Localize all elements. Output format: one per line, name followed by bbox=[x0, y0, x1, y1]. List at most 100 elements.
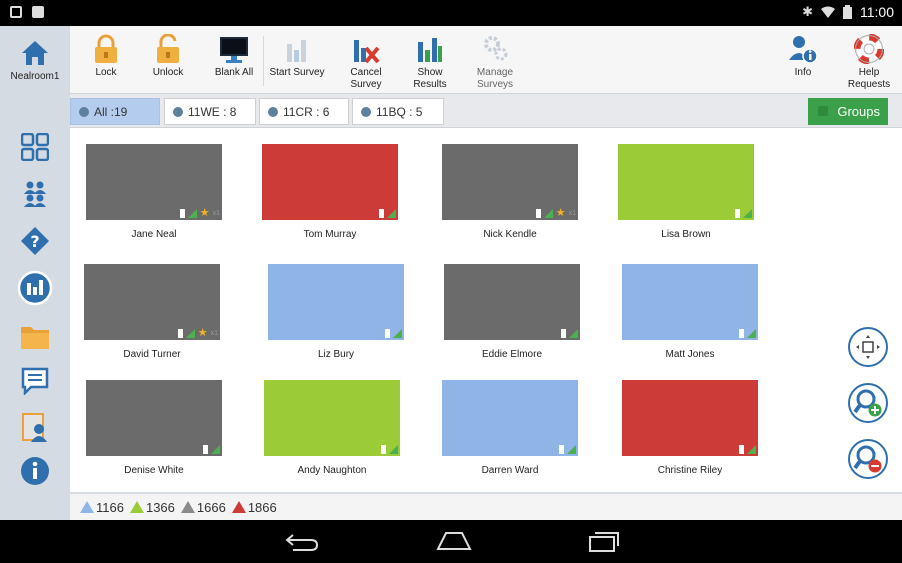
signal-icon bbox=[211, 445, 220, 454]
student-tile[interactable]: Darren Ward bbox=[442, 380, 578, 476]
bag-icon bbox=[32, 6, 44, 18]
toolbar-divider bbox=[263, 36, 264, 86]
svg-text:?: ? bbox=[30, 232, 39, 251]
users-icon bbox=[173, 106, 183, 117]
student-tile[interactable]: ★ x1 Nick Kendle bbox=[442, 144, 578, 240]
results-view-button[interactable] bbox=[17, 270, 53, 306]
tab-11cr-label: 11CR : 6 bbox=[283, 104, 330, 119]
manage-surveys-button[interactable]: Manage Surveys bbox=[470, 34, 520, 92]
group-users-icon bbox=[24, 181, 46, 207]
info-label: Info bbox=[794, 67, 812, 78]
tab-11bq[interactable]: 11BQ : 5 bbox=[352, 98, 444, 125]
device-status bbox=[561, 329, 578, 338]
student-screen bbox=[262, 144, 398, 220]
app-root: ✱ 11:00 Nealroom1 Lock Unlock Blank All … bbox=[0, 0, 902, 563]
bar-chart-icon bbox=[17, 270, 53, 306]
zoom-in-button[interactable] bbox=[848, 383, 888, 423]
student-tile[interactable]: Liz Bury bbox=[268, 264, 404, 360]
blank-all-label: Blank All bbox=[214, 67, 254, 78]
star-icon: ★ bbox=[197, 327, 208, 339]
blank-all-button[interactable]: Blank All bbox=[208, 34, 260, 92]
student-tile[interactable]: Denise White bbox=[86, 380, 222, 476]
student-name: Nick Kendle bbox=[483, 229, 537, 240]
student-name: Christine Riley bbox=[657, 465, 723, 476]
student-name: Matt Jones bbox=[665, 349, 715, 360]
back-button[interactable] bbox=[282, 528, 322, 554]
arrange-button[interactable] bbox=[848, 327, 888, 367]
student-tile[interactable]: Lisa Brown bbox=[618, 144, 754, 240]
start-survey-button[interactable]: Start Survey bbox=[266, 34, 328, 92]
messages-button[interactable] bbox=[20, 366, 50, 396]
home-nav-button[interactable] bbox=[434, 528, 474, 554]
thumbnails-view-button[interactable] bbox=[20, 132, 50, 162]
groups-button[interactable]: Groups bbox=[808, 98, 888, 125]
signal-icon bbox=[389, 445, 398, 454]
sidebar: ? bbox=[0, 94, 70, 520]
student-name: Eddie Elmore bbox=[481, 349, 543, 360]
student-thumbnails: ★ x1 Jane Neal Tom Murray ★ x1 Nick Kendle Lisa… bbox=[70, 128, 902, 492]
student-tile[interactable]: Christine Riley bbox=[622, 380, 758, 476]
android-nav-bar bbox=[0, 520, 902, 563]
manage-surveys-label-1: Manage bbox=[476, 67, 514, 78]
lock-button[interactable]: Lock bbox=[88, 34, 124, 92]
star-count: x1 bbox=[210, 330, 218, 337]
battery-icon bbox=[739, 329, 744, 338]
help-requests-button[interactable]: Help Requests bbox=[842, 34, 896, 92]
student-name: Darren Ward bbox=[481, 465, 539, 476]
device-status bbox=[739, 445, 756, 454]
signal-icon bbox=[747, 445, 756, 454]
gears-icon bbox=[484, 36, 508, 61]
student-tile[interactable]: ★ x1 Jane Neal bbox=[86, 144, 222, 240]
info-button[interactable]: Info bbox=[786, 34, 820, 92]
battery-icon bbox=[177, 329, 183, 338]
register-button[interactable] bbox=[20, 412, 50, 442]
recents-button[interactable] bbox=[584, 528, 624, 554]
users-icon bbox=[361, 106, 371, 117]
student-screen: ★ x1 bbox=[84, 264, 220, 340]
move-arrows-icon bbox=[856, 335, 880, 359]
back-icon bbox=[285, 534, 319, 551]
register-icon bbox=[22, 413, 47, 442]
device-status bbox=[385, 329, 402, 338]
signal-icon bbox=[747, 329, 756, 338]
unlock-button[interactable]: Unlock bbox=[148, 34, 188, 92]
device-status bbox=[203, 445, 220, 454]
student-tile[interactable]: Andy Naughton bbox=[264, 380, 400, 476]
student-tile[interactable]: Eddie Elmore bbox=[444, 264, 580, 360]
show-results-label-1: Show bbox=[417, 67, 443, 78]
student-tile[interactable]: Matt Jones bbox=[622, 264, 758, 360]
about-button[interactable] bbox=[20, 456, 50, 486]
home-icon bbox=[22, 40, 48, 65]
tab-all[interactable]: All :19 bbox=[70, 98, 160, 125]
zoom-out-icon bbox=[853, 445, 882, 473]
student-screen bbox=[86, 380, 222, 456]
zoom-out-button[interactable] bbox=[848, 439, 888, 479]
help-label-2: Requests bbox=[847, 79, 891, 90]
show-results-button[interactable]: Show Results bbox=[410, 34, 450, 92]
student-name: Liz Bury bbox=[317, 349, 355, 360]
device-status: ★ x1 bbox=[535, 208, 576, 219]
question-button[interactable]: ? bbox=[20, 226, 50, 256]
battery-icon bbox=[739, 445, 744, 454]
tab-11cr[interactable]: 11CR : 6 bbox=[259, 98, 349, 125]
status-bar: ✱ 11:00 bbox=[0, 0, 902, 26]
student-tile[interactable]: ★ x1 David Turner bbox=[84, 264, 220, 360]
home-button[interactable]: Nealroom1 bbox=[0, 26, 70, 94]
version-1366: 1366 bbox=[129, 500, 175, 515]
student-screen bbox=[264, 380, 400, 456]
clock: 11:00 bbox=[860, 4, 894, 20]
survey-chart-icon bbox=[287, 40, 306, 62]
monitor-icon bbox=[220, 37, 248, 63]
signal-icon bbox=[743, 209, 752, 218]
cancel-survey-button[interactable]: Cancel Survey bbox=[344, 34, 388, 92]
recents-icon bbox=[589, 532, 619, 552]
user-info-icon bbox=[789, 36, 818, 64]
unlock-icon bbox=[157, 34, 179, 63]
student-name: Andy Naughton bbox=[297, 465, 367, 476]
students-view-button[interactable] bbox=[20, 179, 50, 209]
version-marker-icon bbox=[180, 501, 195, 513]
files-button[interactable] bbox=[20, 322, 50, 352]
tab-11we[interactable]: 11WE : 8 bbox=[164, 98, 256, 125]
student-tile[interactable]: Tom Murray bbox=[262, 144, 398, 240]
student-name: Lisa Brown bbox=[661, 229, 711, 240]
